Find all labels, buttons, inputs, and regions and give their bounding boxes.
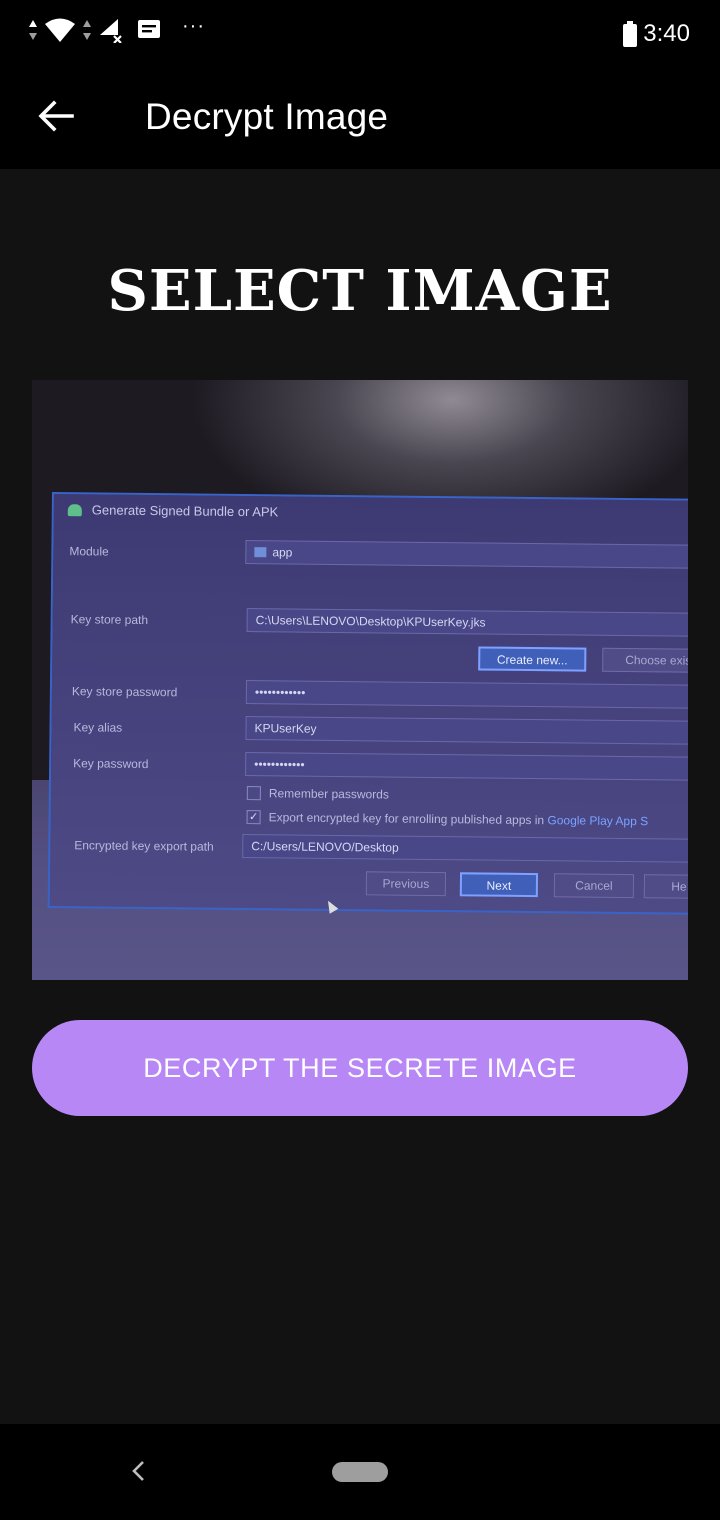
photo-export-link: Google Play App S [547, 813, 649, 829]
photo-export-text: Export encrypted key for enrolling publi… [268, 810, 545, 828]
photo-cancel-button: Cancel [553, 873, 635, 899]
photo-key-alias-label: Key alias [73, 720, 123, 735]
selected-image-preview[interactable]: Generate Signed Bundle or APK Module app… [32, 380, 688, 980]
battery-icon [623, 21, 638, 47]
status-icons-left: ··· [28, 14, 205, 46]
photo-module-field: app [245, 540, 688, 569]
decrypt-button[interactable]: DECRYPT THE SECRETE IMAGE [32, 1020, 688, 1116]
photo-next-button: Next [459, 872, 539, 898]
photo-choose-existing-button: Choose exis [602, 647, 688, 673]
photo-help-button: He [643, 874, 688, 899]
arrow-left-icon [38, 100, 74, 132]
back-button[interactable] [30, 90, 82, 142]
data-arrows-icon [83, 20, 91, 40]
photo-module-label: Module [69, 544, 109, 559]
nav-home-pill-icon[interactable] [332, 1462, 388, 1482]
photo-key-alias-field: KPUserKey [245, 716, 688, 745]
photo-dialog-window: Generate Signed Bundle or APK Module app… [47, 492, 688, 915]
status-icons-right: 3:40 [623, 16, 690, 52]
data-arrows-icon [29, 20, 37, 40]
photo-keystore-path-field: C:\Users\LENOVO\Desktop\KPUserKey.jks [246, 608, 688, 637]
photo-keystore-password-field: •••••••••••• [245, 680, 688, 709]
photo-export-path-label: Encrypted key export path [74, 838, 214, 854]
photo-export-label: Export encrypted key for enrolling publi… [269, 810, 649, 828]
photo-previous-button: Previous [365, 871, 447, 897]
photo-export-path-field: C:/Users/LENOVO/Desktop [242, 834, 688, 863]
photo-key-password-label: Key password [73, 756, 149, 772]
nav-back-icon [132, 1461, 144, 1481]
android-studio-icon [67, 504, 82, 517]
signal-no-sim-icon [100, 19, 122, 43]
select-image-heading: SELECT IMAGE [107, 258, 613, 324]
nav-back-button[interactable] [124, 1456, 154, 1486]
folder-icon [254, 547, 267, 558]
photo-module-value: app [272, 545, 293, 560]
more-notifications-indicator: ··· [182, 14, 205, 37]
photo-create-new-button: Create new... [478, 646, 587, 672]
page-title: Decrypt Image [145, 96, 389, 137]
photo-export-checkbox: ✓ [246, 810, 261, 825]
wifi-icon [45, 18, 75, 42]
photo-remember-checkbox [246, 786, 261, 801]
notification-message-icon [138, 20, 160, 38]
photo-key-password-field: •••••••••••• [245, 752, 688, 781]
photo-dialog-title: Generate Signed Bundle or APK [91, 502, 279, 520]
status-bar: ··· 3:40 [0, 0, 720, 68]
status-time: 3:40 [643, 20, 690, 47]
app-bar: Decrypt Image [0, 68, 720, 169]
photo-keystore-path-label: Key store path [70, 612, 149, 628]
photo-keystore-password-label: Key store password [71, 684, 178, 700]
photo-remember-label: Remember passwords [268, 786, 389, 802]
